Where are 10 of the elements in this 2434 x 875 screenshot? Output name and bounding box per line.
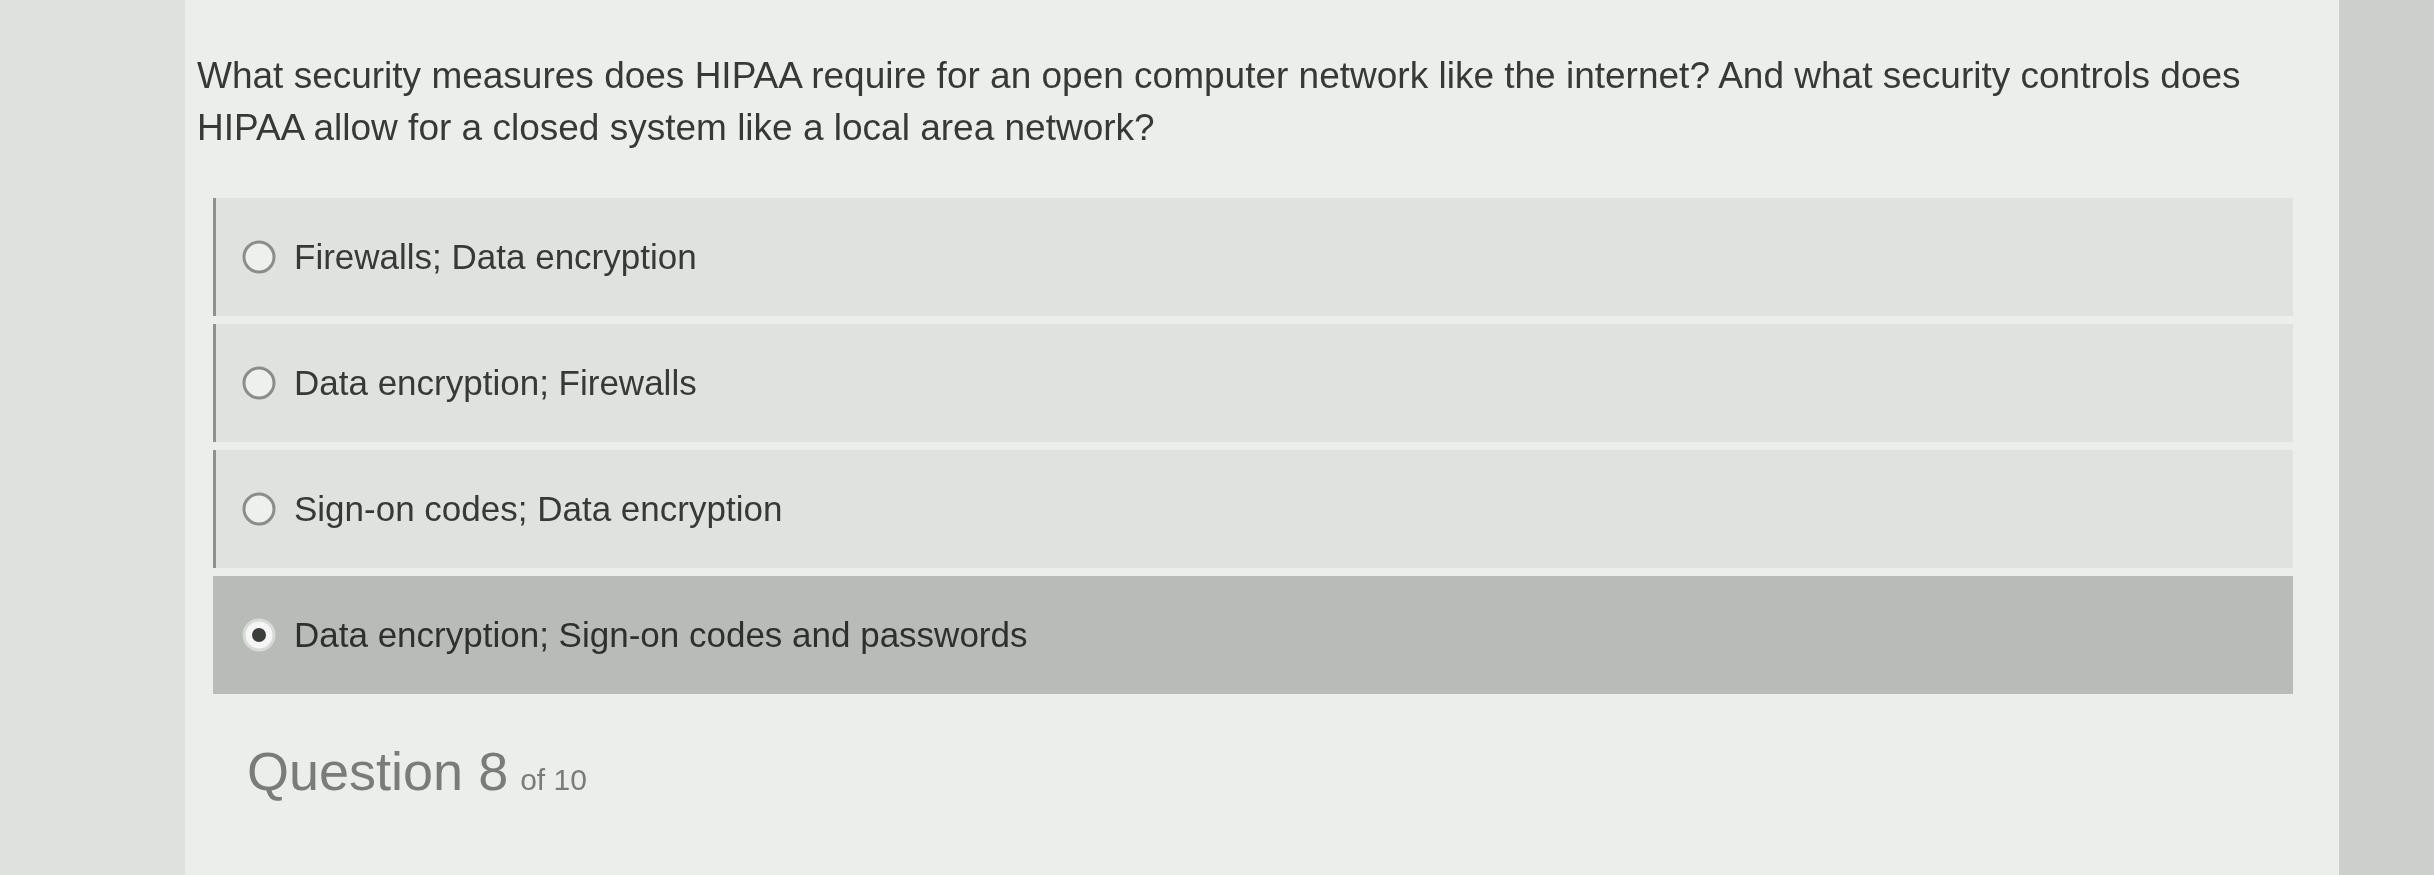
answer-option[interactable]: Sign-on codes; Data encryption bbox=[213, 450, 2293, 568]
radio-button[interactable] bbox=[242, 492, 276, 526]
answer-option[interactable]: Data encryption; Sign-on codes and passwords bbox=[213, 576, 2293, 694]
question-number: Question 8 bbox=[247, 740, 509, 802]
answer-option[interactable]: Data encryption; Firewalls bbox=[213, 324, 2293, 442]
radio-button[interactable] bbox=[242, 366, 276, 400]
question-text: What security measures does HIPAA require for an open computer network like the internet? And what security controls does HIPAA allow for a closed system like a local area network? bbox=[197, 54, 2242, 150]
question-count: of 10 bbox=[520, 763, 587, 797]
answer-option[interactable]: Firewalls; Data encryption bbox=[213, 198, 2293, 316]
radio-button[interactable] bbox=[242, 240, 276, 274]
